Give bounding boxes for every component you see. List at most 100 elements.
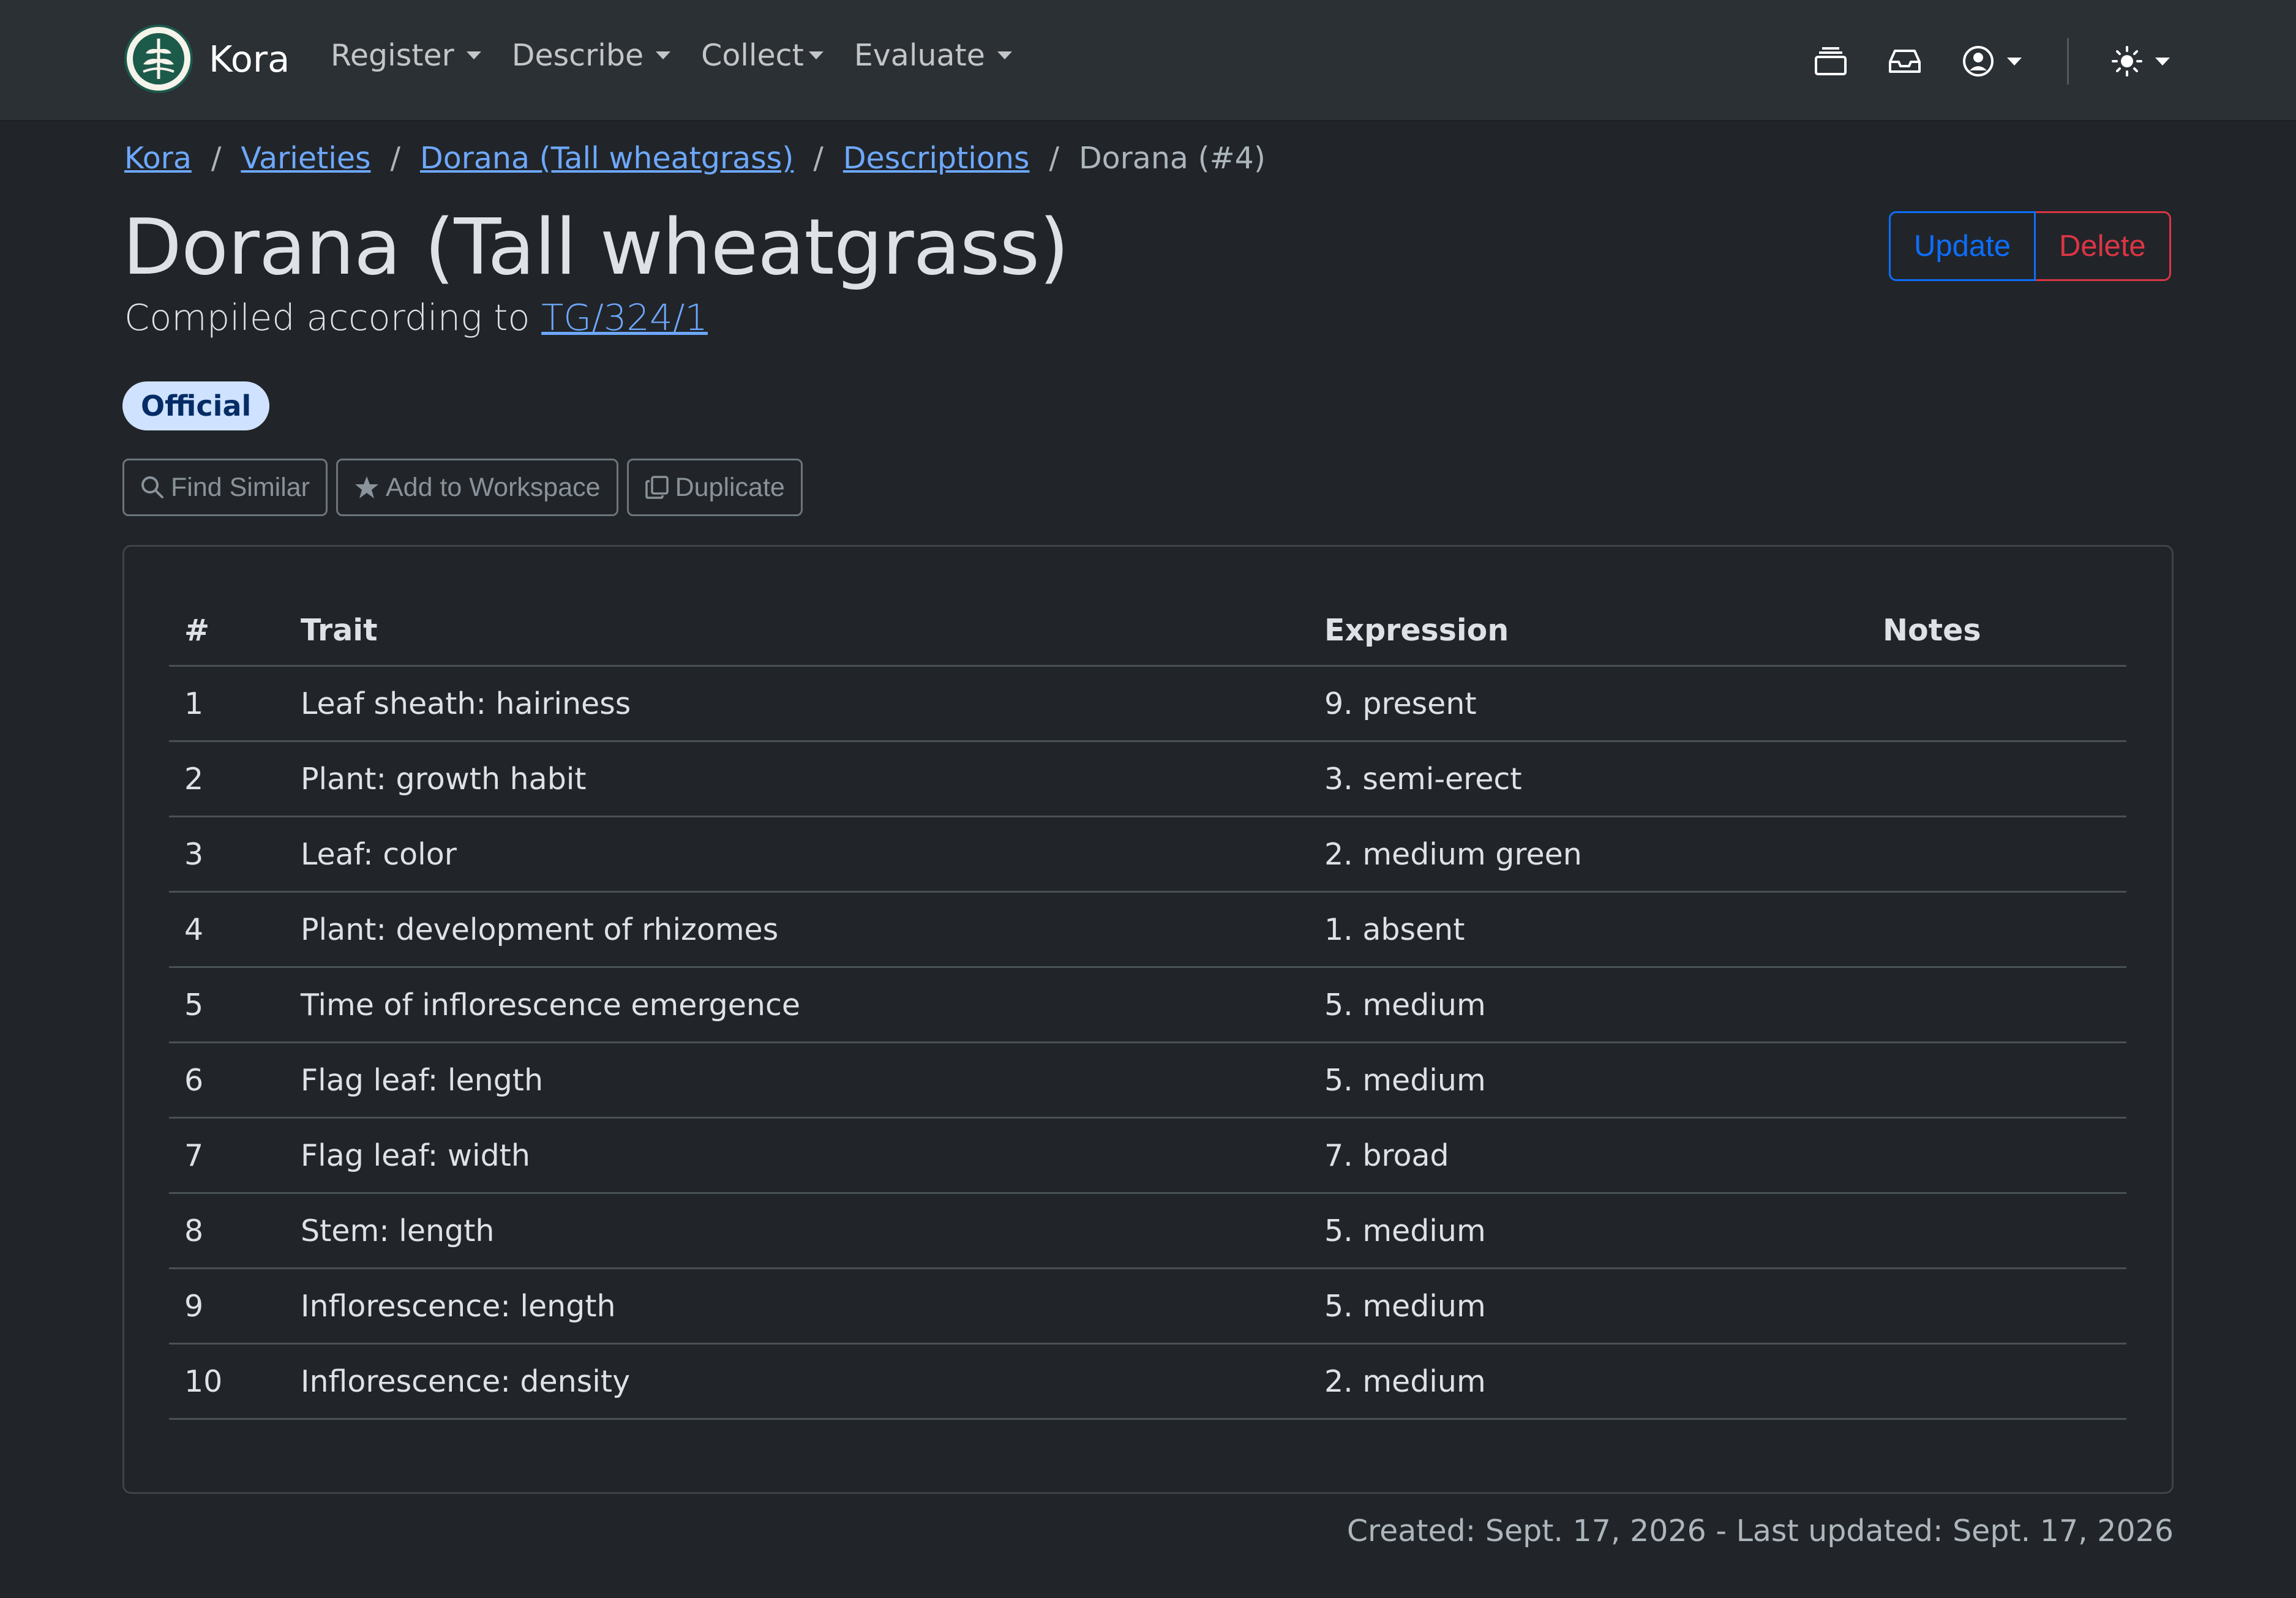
nav-collect-label: Collect [701, 38, 804, 73]
sun-icon [2111, 45, 2143, 77]
add-to-workspace-button[interactable]: Add to Workspace [336, 459, 618, 516]
row-number: 4 [184, 912, 204, 947]
breadcrumb-varieties[interactable]: Varieties [241, 141, 370, 176]
find-similar-button[interactable]: Find Similar [122, 459, 328, 516]
expression-cell: 2. medium [1324, 1364, 1486, 1399]
find-similar-label: Find Similar [171, 472, 310, 502]
add-to-workspace-label: Add to Workspace [386, 472, 601, 502]
kora-logo [124, 24, 193, 93]
top-navbar: Kora Register Describe Collect Evaluate [0, 0, 2296, 121]
caret-down-icon [808, 51, 823, 59]
table-row: 3 Leaf: color 2. medium green [169, 817, 2126, 893]
workspaces-button[interactable] [1814, 38, 1848, 84]
row-number: 8 [184, 1213, 204, 1248]
breadcrumb-variety[interactable]: Dorana (Tall wheatgrass) [420, 141, 793, 176]
breadcrumb-separator: / [211, 141, 222, 176]
user-circle-icon [1962, 45, 1995, 78]
table-row: 8 Stem: length 5. medium [169, 1194, 2126, 1269]
breadcrumb-separator: / [390, 141, 401, 176]
brand-name: Kora [209, 37, 290, 80]
brand[interactable]: Kora [124, 24, 290, 93]
nav-evaluate-dropdown[interactable]: Evaluate [854, 38, 1012, 73]
expression-cell: 9. present [1324, 686, 1477, 721]
traits-card: # Trait Expression Notes 1 Leaf sheath: h… [122, 545, 2174, 1494]
table-body: 1 Leaf sheath: hairiness 9. present 2 Plant:… [169, 667, 2126, 1420]
table-row: 9 Inflorescence: length 5. medium [169, 1269, 2126, 1345]
breadcrumb-kora[interactable]: Kora [124, 141, 192, 176]
breadcrumb-descriptions[interactable]: Descriptions [843, 141, 1030, 176]
trait-cell: Plant: development of rhizomes [301, 912, 779, 947]
trait-cell: Leaf sheath: hairiness [301, 686, 631, 721]
row-number: 5 [184, 987, 204, 1022]
traits-table: # Trait Expression Notes 1 Leaf sheath: h… [169, 596, 2126, 1420]
row-number: 3 [184, 836, 204, 872]
search-icon [141, 476, 163, 498]
expression-cell: 3. semi-erect [1324, 761, 1522, 797]
expression-cell: 5. medium [1324, 1213, 1486, 1248]
expression-cell: 5. medium [1324, 1288, 1486, 1324]
trait-cell: Flag leaf: length [301, 1062, 544, 1098]
star-icon [355, 476, 378, 498]
expression-cell: 5. medium [1324, 987, 1486, 1022]
header-notes: Notes [1883, 613, 1981, 648]
nav-register-label: Register [331, 38, 454, 73]
navbar-divider [2067, 38, 2069, 84]
nav-register-dropdown[interactable]: Register [331, 38, 481, 73]
row-number: 2 [184, 761, 204, 797]
table-row: 5 Time of inflorescence emergence 5. mediu… [169, 968, 2126, 1043]
breadcrumb-separator: / [1049, 141, 1059, 176]
expression-cell: 5. medium [1324, 1062, 1486, 1098]
record-timestamps: Created: Sept. 17, 2026 - Last updated: … [1346, 1514, 2174, 1548]
stack-icon [1814, 46, 1848, 77]
header-trait: Trait [301, 613, 378, 648]
trait-cell: Inflorescence: density [301, 1364, 631, 1399]
delete-button[interactable]: Delete [2036, 211, 2171, 281]
row-number: 7 [184, 1138, 204, 1173]
record-actions: Update Delete [1889, 211, 2171, 281]
nav-collect-dropdown[interactable]: Collect [701, 38, 823, 73]
page-title: Dorana (Tall wheatgrass) [122, 202, 1069, 292]
caret-down-icon [2007, 57, 2022, 66]
table-row: 6 Flag leaf: length 5. medium [169, 1043, 2126, 1119]
trait-cell: Time of inflorescence emergence [301, 987, 801, 1022]
copy-icon [645, 476, 669, 499]
duplicate-button[interactable]: Duplicate [626, 459, 803, 516]
test-guideline-link[interactable]: TG/324/1 [541, 296, 708, 339]
expression-cell: 2. medium green [1324, 836, 1582, 872]
trait-cell: Flag leaf: width [301, 1138, 530, 1173]
nav-evaluate-label: Evaluate [853, 38, 985, 73]
page-subtitle: Compiled according to TG/324/1 [124, 296, 708, 339]
row-number: 1 [184, 686, 204, 721]
table-row: 1 Leaf sheath: hairiness 9. present [169, 667, 2126, 742]
breadcrumb-separator: / [813, 141, 823, 176]
breadcrumb-current: Dorana (#4) [1078, 141, 1266, 176]
subtitle-prefix: Compiled according to [124, 296, 530, 339]
header-num: # [184, 613, 210, 648]
header-expression: Expression [1324, 613, 1509, 648]
trait-cell: Leaf: color [301, 836, 457, 872]
expression-cell: 7. broad [1324, 1138, 1449, 1173]
row-number: 9 [184, 1288, 204, 1324]
table-header: # Trait Expression Notes [169, 596, 2126, 667]
inbox-icon [1888, 47, 1922, 75]
caret-down-icon [2155, 57, 2170, 66]
main-menu: Register Describe Collect Evaluate [331, 38, 1043, 73]
status-badge: Official [122, 381, 270, 430]
breadcrumb: Kora / Varieties / Dorana (Tall wheatgra… [124, 141, 1266, 176]
secondary-actions: Find Similar Add to Workspace Duplicate [122, 459, 811, 516]
user-menu-dropdown[interactable] [1962, 38, 2022, 84]
row-number: 6 [184, 1062, 204, 1098]
table-row: 7 Flag leaf: width 7. broad [169, 1119, 2126, 1194]
update-button[interactable]: Update [1889, 211, 2036, 281]
caret-down-icon [656, 51, 671, 59]
nav-describe-label: Describe [511, 38, 644, 73]
theme-toggle-dropdown[interactable] [2111, 38, 2170, 84]
table-row: 10 Inflorescence: density 2. medium [169, 1345, 2126, 1420]
trait-cell: Stem: length [301, 1213, 495, 1248]
trait-cell: Plant: growth habit [301, 761, 587, 797]
expression-cell: 1. absent [1324, 912, 1465, 947]
nav-describe-dropdown[interactable]: Describe [511, 38, 671, 73]
caret-down-icon [997, 51, 1012, 59]
inbox-button[interactable] [1888, 38, 1922, 84]
caret-down-icon [466, 51, 481, 59]
